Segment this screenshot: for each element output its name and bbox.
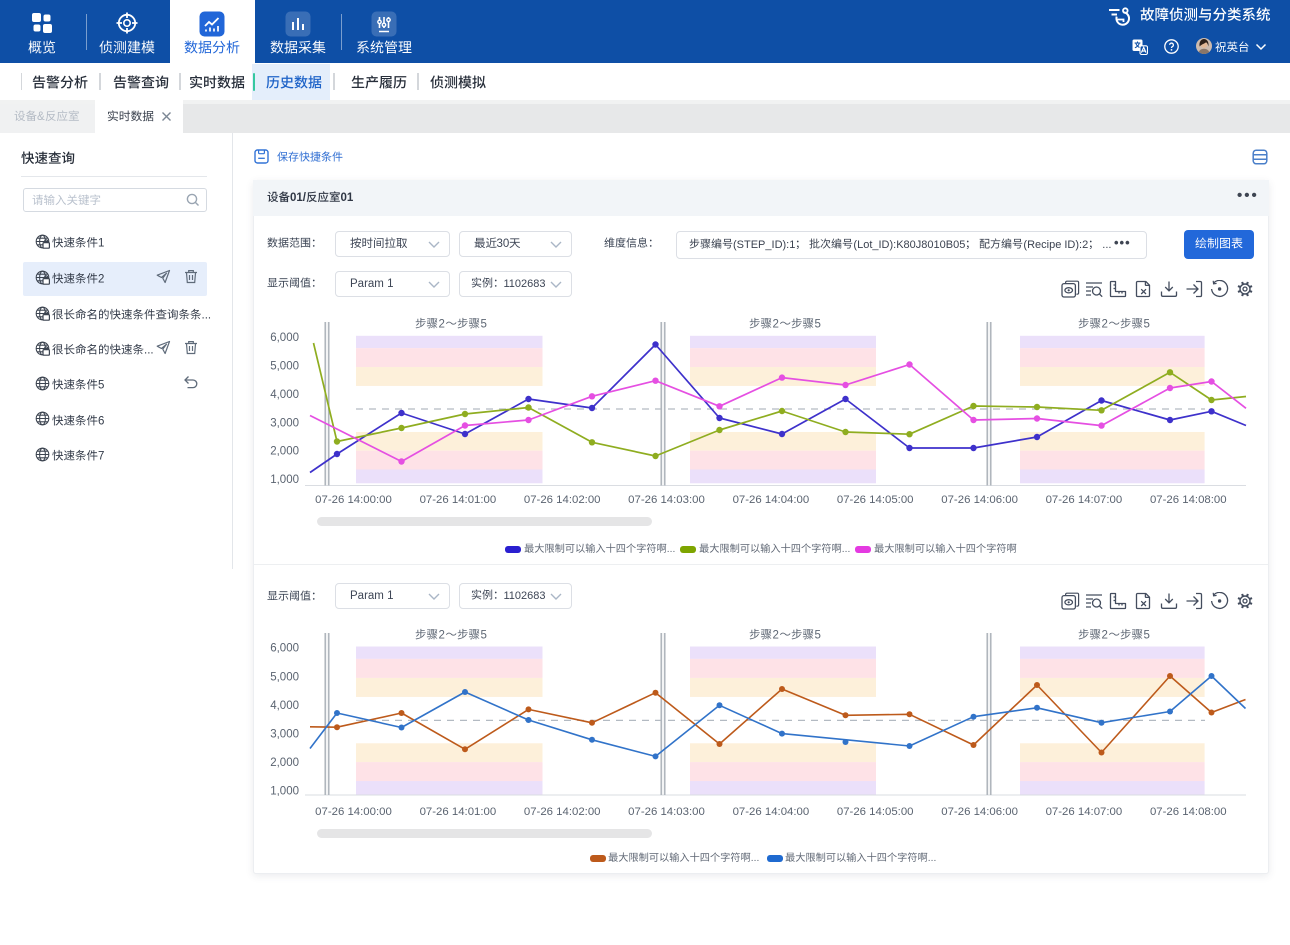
svg-text:3,000: 3,000 bbox=[270, 417, 299, 429]
svg-text:07-26 14:05:00: 07-26 14:05:00 bbox=[837, 806, 914, 818]
svg-text:5,000: 5,000 bbox=[270, 671, 299, 683]
svg-text:07-26 14:03:00: 07-26 14:03:00 bbox=[628, 806, 705, 818]
svg-text:5: 5 bbox=[481, 319, 487, 331]
svg-text:2: 2 bbox=[773, 319, 779, 331]
svg-text:5: 5 bbox=[815, 630, 821, 642]
svg-text:07-26 14:01:00: 07-26 14:01:00 bbox=[420, 494, 497, 506]
svg-text:5: 5 bbox=[481, 630, 487, 642]
svg-text:2,000: 2,000 bbox=[270, 446, 299, 458]
svg-text:5: 5 bbox=[815, 319, 821, 331]
svg-text:07-26 14:03:00: 07-26 14:03:00 bbox=[628, 494, 705, 506]
svg-text:07-26 14:02:00: 07-26 14:02:00 bbox=[524, 806, 601, 818]
svg-text:07-26 14:01:00: 07-26 14:01:00 bbox=[420, 806, 497, 818]
svg-text:5: 5 bbox=[1144, 319, 1150, 331]
svg-text:2: 2 bbox=[439, 630, 445, 642]
svg-text:07-26 14:06:00: 07-26 14:06:00 bbox=[941, 806, 1018, 818]
svg-text:07-26 14:08:00: 07-26 14:08:00 bbox=[1150, 806, 1227, 818]
svg-text:07-26 14:08:00: 07-26 14:08:00 bbox=[1150, 494, 1227, 506]
svg-text:07-26 14:07:00: 07-26 14:07:00 bbox=[1046, 806, 1123, 818]
svg-text:4,000: 4,000 bbox=[270, 389, 299, 401]
svg-text:07-26 14:02:00: 07-26 14:02:00 bbox=[524, 494, 601, 506]
svg-text:07-26 14:00:00: 07-26 14:00:00 bbox=[315, 494, 392, 506]
svg-text:2,000: 2,000 bbox=[270, 757, 299, 769]
svg-text:5: 5 bbox=[1144, 630, 1150, 642]
svg-text:3,000: 3,000 bbox=[270, 729, 299, 741]
svg-text:4,000: 4,000 bbox=[270, 700, 299, 712]
svg-text:07-26 14:05:00: 07-26 14:05:00 bbox=[837, 494, 914, 506]
svg-text:1,000: 1,000 bbox=[270, 786, 299, 798]
svg-text:2: 2 bbox=[773, 630, 779, 642]
svg-text:5,000: 5,000 bbox=[270, 360, 299, 372]
svg-text:2: 2 bbox=[439, 319, 445, 331]
svg-text:2: 2 bbox=[1102, 319, 1108, 331]
svg-text:6,000: 6,000 bbox=[270, 643, 299, 655]
svg-text:07-26 14:04:00: 07-26 14:04:00 bbox=[733, 494, 810, 506]
svg-text:07-26 14:00:00: 07-26 14:00:00 bbox=[315, 806, 392, 818]
svg-text:07-26 14:06:00: 07-26 14:06:00 bbox=[941, 494, 1018, 506]
svg-text:2: 2 bbox=[1102, 630, 1108, 642]
svg-text:6,000: 6,000 bbox=[270, 332, 299, 344]
svg-text:07-26 14:07:00: 07-26 14:07:00 bbox=[1046, 494, 1123, 506]
svg-text:1,000: 1,000 bbox=[270, 474, 299, 486]
svg-text:07-26 14:04:00: 07-26 14:04:00 bbox=[733, 806, 810, 818]
